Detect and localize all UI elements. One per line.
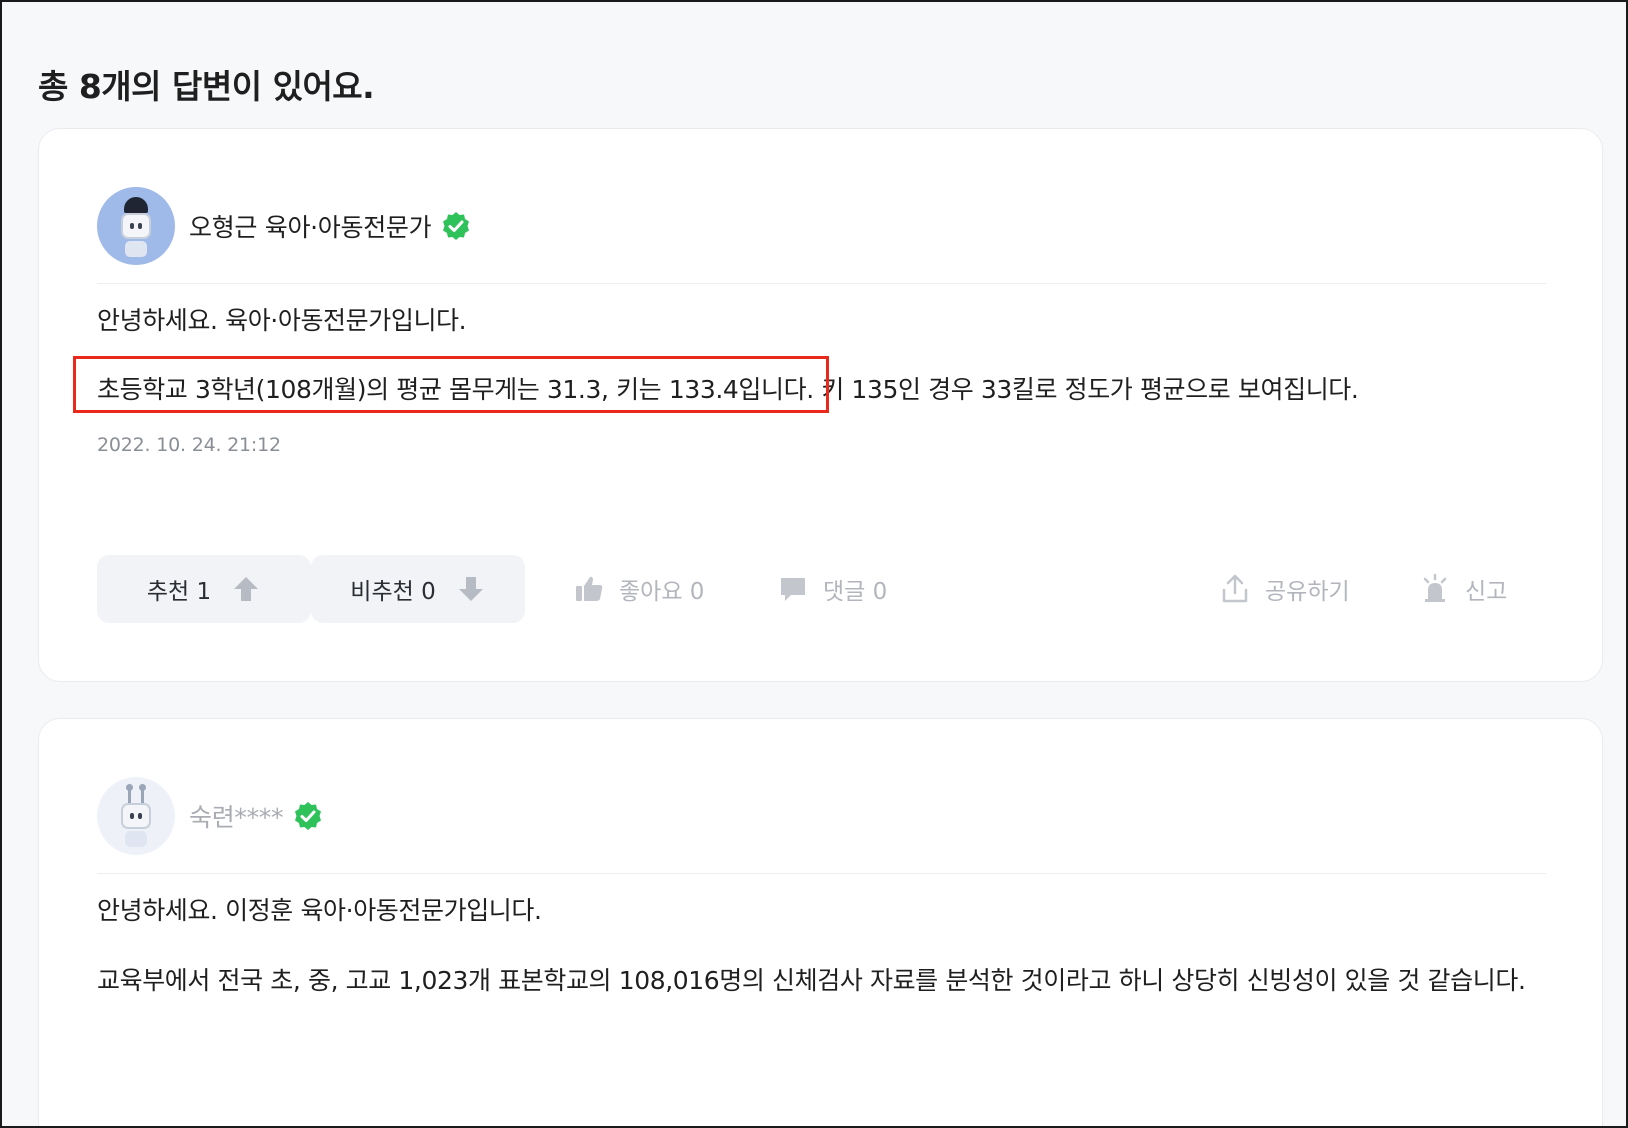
report-button[interactable]: 신고 [1419, 572, 1507, 606]
share-button[interactable]: 공유하기 [1219, 572, 1350, 606]
speech-bubble-icon [781, 578, 805, 601]
like-label: 좋아요 0 [619, 579, 705, 605]
robot-icon [121, 803, 151, 829]
graduation-cap-icon [124, 197, 148, 213]
comment-label: 댓글 0 [823, 579, 888, 605]
divider [97, 873, 1546, 874]
answers-page: 총 8개의 답변이 있어요. 오형근 육아·아동전문가 안녕하세요. 육아·아동… [0, 0, 1628, 1128]
answers-count-title: 총 8개의 답변이 있어요. [38, 67, 375, 106]
robot-icon [121, 213, 151, 239]
answer-author[interactable]: 오형근 육아·아동전문가 [97, 187, 471, 265]
avatar[interactable] [97, 777, 175, 855]
upvote-button[interactable]: 추천 1 [97, 555, 311, 623]
answer-card: 숙련**** 안녕하세요. 이정훈 육아·아동전문가입니다. 교육부에서 전국 … [38, 718, 1603, 1126]
share-icon [1222, 574, 1248, 603]
answer-paragraph: 안녕하세요. 육아·아동전문가입니다. [97, 306, 467, 335]
share-label: 공유하기 [1265, 579, 1350, 605]
check-badge-icon [443, 212, 470, 240]
like-button[interactable]: 좋아요 0 [573, 572, 704, 606]
answer-card: 오형근 육아·아동전문가 안녕하세요. 육아·아동전문가입니다. 초등학교 3학… [38, 128, 1603, 682]
arrow-down-icon [458, 577, 483, 601]
comment-button[interactable]: 댓글 0 [777, 572, 887, 606]
answer-author[interactable]: 숙련**** [97, 777, 323, 855]
downvote-label: 비추천 0 [350, 579, 436, 605]
avatar[interactable] [97, 187, 175, 265]
author-name[interactable]: 숙련**** [189, 798, 284, 834]
answer-paragraph: 안녕하세요. 이정훈 육아·아동전문가입니다. [97, 896, 542, 925]
downvote-button[interactable]: 비추천 0 [311, 555, 525, 623]
thumbs-up-icon [576, 576, 603, 601]
divider [97, 283, 1546, 284]
siren-icon [1423, 573, 1447, 602]
answer-timestamp: 2022. 10. 24. 21:12 [97, 434, 281, 456]
report-label: 신고 [1465, 579, 1508, 605]
arrow-up-icon [234, 577, 259, 601]
author-name[interactable]: 오형근 육아·아동전문가 [189, 208, 432, 244]
upvote-label: 추천 1 [146, 579, 212, 605]
check-badge-icon [295, 802, 322, 830]
highlight-annotation-box [73, 356, 829, 413]
answer-paragraph: 교육부에서 전국 초, 중, 고교 1,023개 표본학교의 108,016명의… [97, 966, 1526, 995]
